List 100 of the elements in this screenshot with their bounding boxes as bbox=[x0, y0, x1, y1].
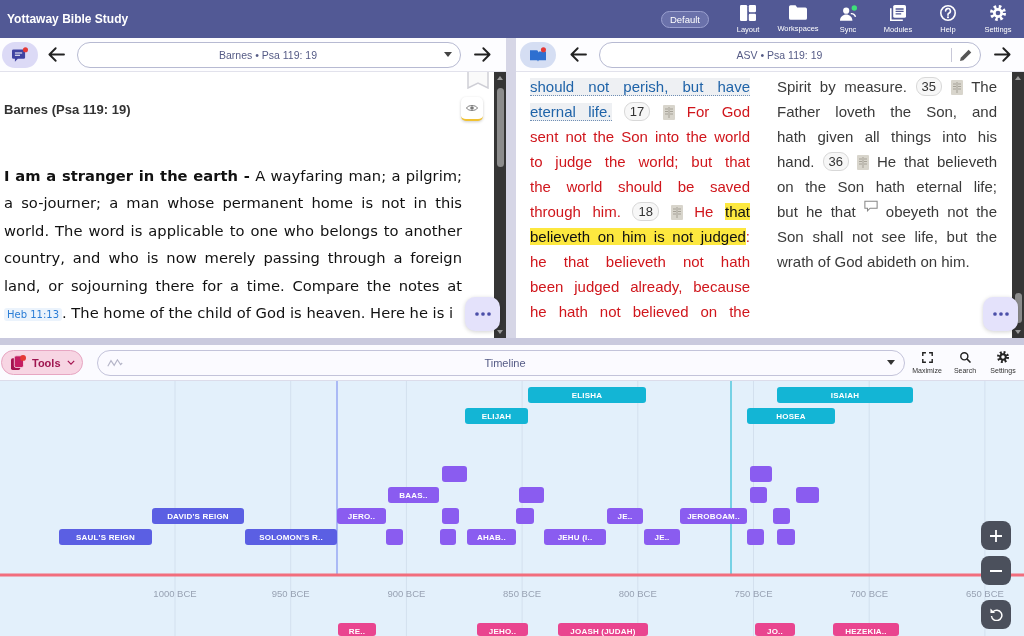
event-bar[interactable] bbox=[777, 529, 795, 545]
verse-text: He bbox=[694, 203, 714, 220]
plus-icon bbox=[990, 529, 1002, 542]
verse-number[interactable]: 18 bbox=[632, 202, 659, 221]
event-bar[interactable]: JEHU (I.. bbox=[544, 529, 606, 545]
chat-button[interactable] bbox=[2, 41, 38, 68]
zoom-out-button[interactable] bbox=[981, 556, 1011, 585]
event-bar[interactable]: JE.. bbox=[607, 508, 643, 524]
event-bar[interactable] bbox=[750, 487, 767, 503]
verse-number[interactable]: 35 bbox=[915, 77, 943, 96]
wave-icon bbox=[107, 358, 123, 367]
event-bar[interactable] bbox=[750, 466, 772, 482]
commentary-paragraph: I am a stranger in the earth - A wayfaring man; a pilgrim; a so-journer; a man whose permanent home is not in this world. The word is applicable to one who belongs to another country, and who is now merely passing through a foreign land, or sojourning there for a time. Compare the notes at Heb 11:13 . The home of the child of God is heaven. Here he is i bbox=[4, 166, 462, 324]
reference-field[interactable]: Barnes • Psa 119: 19 bbox=[77, 41, 461, 68]
cards-icon bbox=[11, 355, 26, 370]
comment-icon[interactable] bbox=[863, 200, 878, 212]
verse-number[interactable]: 17 bbox=[623, 102, 651, 121]
axis-tick-label: 1000 BCE bbox=[153, 587, 197, 599]
verse-text: on the Son hath eternal life; bbox=[777, 178, 997, 195]
linked-phrase[interactable]: eternal life. bbox=[530, 103, 612, 121]
event-bar[interactable] bbox=[442, 508, 459, 524]
book-icon[interactable] bbox=[670, 205, 683, 220]
caret-icon[interactable] bbox=[444, 52, 452, 57]
scrollbar[interactable] bbox=[1012, 72, 1024, 338]
verse-text: Son shall not see life, but the bbox=[777, 228, 997, 245]
event-bar[interactable] bbox=[516, 508, 534, 524]
event-bar[interactable]: SOLOMON'S R.. bbox=[245, 529, 337, 545]
event-bar[interactable]: JERO.. bbox=[337, 508, 386, 524]
arrow-right-icon bbox=[993, 47, 1011, 62]
reset-icon bbox=[989, 608, 1003, 621]
more-icon bbox=[474, 312, 491, 316]
event-bar[interactable] bbox=[773, 508, 790, 524]
event-bar[interactable]: AHAB.. bbox=[467, 529, 516, 545]
event-bar[interactable] bbox=[747, 529, 764, 545]
app-title: Yottaway Bible Study bbox=[7, 12, 130, 26]
verse-text: to judge the world; but that bbox=[530, 153, 750, 170]
caret-icon[interactable] bbox=[887, 360, 895, 365]
axis-tick-label: 750 BCE bbox=[734, 587, 773, 599]
bookmark-icon[interactable] bbox=[467, 72, 489, 89]
event-bar[interactable] bbox=[386, 529, 403, 545]
event-bar[interactable]: HEZEKIA.. bbox=[833, 623, 899, 636]
book-icon bbox=[530, 47, 546, 62]
event-bar[interactable]: JEROBOAM.. bbox=[680, 508, 747, 524]
eye-button[interactable] bbox=[461, 97, 483, 121]
commentary-heading: Barnes (Psa 119: 19) bbox=[4, 101, 131, 119]
event-bar[interactable] bbox=[440, 529, 456, 545]
event-bar[interactable]: SAUL'S REIGN bbox=[59, 529, 152, 545]
verse-text: the world should be saved bbox=[530, 178, 750, 195]
verse-text: sent not the Son into the world bbox=[530, 128, 750, 145]
chat-icon bbox=[12, 47, 28, 62]
more-button[interactable] bbox=[983, 297, 1018, 331]
book-icon[interactable] bbox=[662, 105, 675, 120]
event-bar[interactable]: RE.. bbox=[338, 623, 376, 636]
axis-tick-label: 800 BCE bbox=[618, 587, 657, 599]
scrollbar[interactable] bbox=[494, 72, 506, 338]
documents-icon bbox=[890, 4, 906, 21]
verse-text: he hath not believed on the bbox=[530, 303, 750, 320]
folder-icon bbox=[789, 5, 807, 20]
event-bar[interactable]: DAVID'S REIGN bbox=[152, 508, 244, 524]
verse-number[interactable]: 36 bbox=[822, 152, 849, 171]
event-bar[interactable]: JOASH (JUDAH) bbox=[558, 623, 648, 636]
reset-button[interactable] bbox=[981, 600, 1011, 629]
scripture-link[interactable]: Heb 11:13 bbox=[4, 308, 63, 322]
event-bar[interactable] bbox=[796, 487, 819, 503]
arrow-left-icon bbox=[569, 47, 587, 62]
book-icon[interactable] bbox=[856, 155, 869, 170]
settings-icon bbox=[990, 4, 1006, 21]
book-button[interactable] bbox=[520, 41, 556, 68]
event-bar[interactable]: JEHO.. bbox=[477, 623, 528, 636]
expand-icon bbox=[921, 351, 933, 363]
reference-field[interactable]: ASV • Psa 119: 19 bbox=[599, 41, 981, 68]
axis-tick-label: 700 BCE bbox=[850, 587, 889, 599]
verse-text: Spirit by measure. bbox=[777, 78, 907, 95]
book-icon[interactable] bbox=[950, 80, 963, 95]
verse-text: he that believeth not hath bbox=[530, 253, 750, 270]
user-status-icon bbox=[839, 4, 857, 21]
axis-tick-label: 900 BCE bbox=[387, 587, 426, 599]
axis-tick-label: 650 BCE bbox=[965, 587, 1004, 599]
layout-icon bbox=[740, 4, 756, 21]
verse-text: obeyeth not the bbox=[885, 203, 997, 220]
linked-phrase[interactable]: should not perish, but have bbox=[530, 78, 750, 96]
help-icon bbox=[940, 4, 956, 21]
verse-text: hath given all things into his bbox=[777, 128, 997, 145]
tools-button[interactable]: Tools bbox=[1, 350, 83, 375]
chevron-down-icon bbox=[66, 360, 75, 365]
more-button[interactable] bbox=[465, 297, 500, 331]
view-selector[interactable]: Timeline bbox=[97, 349, 905, 376]
workspace-button[interactable]: Default bbox=[660, 10, 709, 28]
more-icon bbox=[992, 312, 1009, 316]
axis-tick-label: 850 BCE bbox=[503, 587, 542, 599]
minus-icon bbox=[990, 569, 1002, 572]
verse-text: been judged already, because bbox=[530, 278, 750, 295]
event-bar[interactable]: JO.. bbox=[755, 623, 795, 636]
pencil-icon[interactable] bbox=[960, 48, 972, 61]
event-bar[interactable] bbox=[442, 466, 467, 482]
event-bar[interactable] bbox=[519, 487, 544, 503]
event-bar[interactable]: BAAS.. bbox=[388, 487, 439, 503]
zoom-in-button[interactable] bbox=[981, 521, 1011, 550]
event-bar[interactable]: JE.. bbox=[644, 529, 680, 545]
verse-text: wrath of God abideth on him. bbox=[777, 253, 970, 270]
